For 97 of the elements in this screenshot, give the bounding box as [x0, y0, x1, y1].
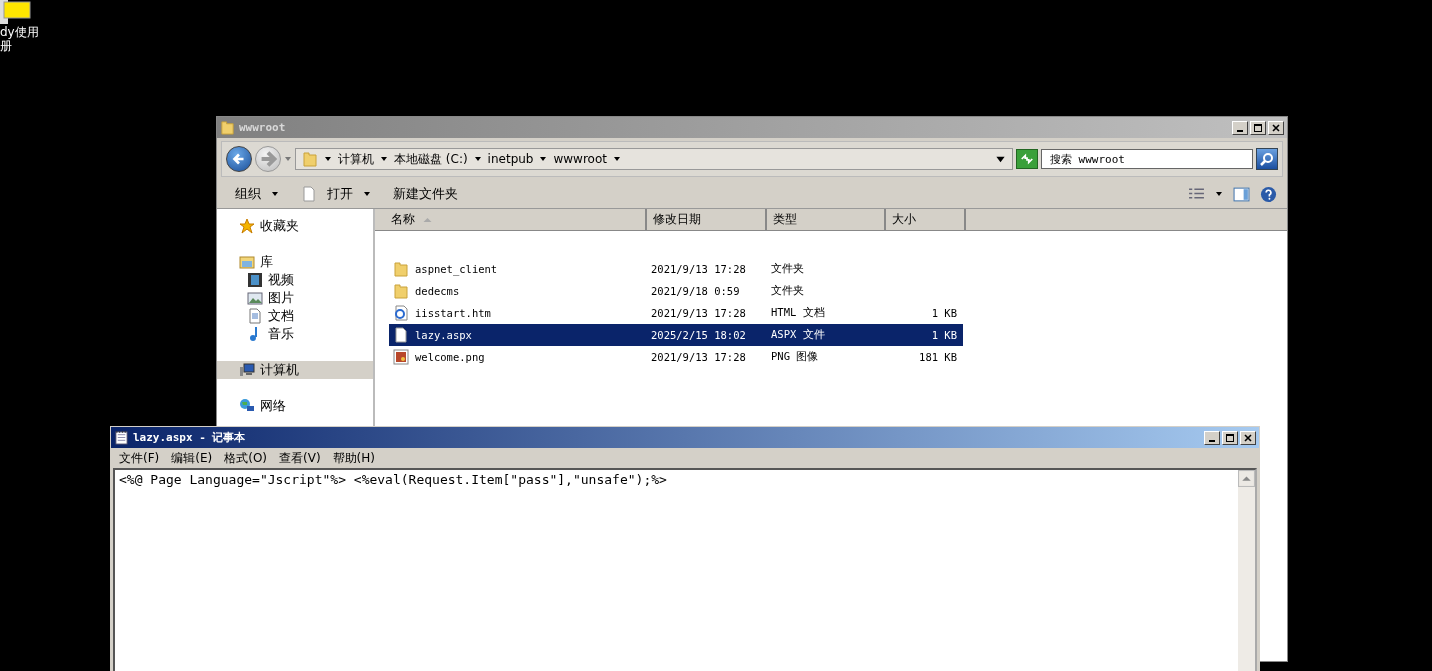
image-file-icon	[393, 349, 409, 365]
page-icon	[301, 186, 317, 202]
type-cell-text: HTML 文档	[770, 306, 826, 320]
file-name: iisstart.htm	[415, 307, 491, 319]
sidebar-item[interactable]: 图片	[217, 289, 373, 307]
globe-computer-icon	[239, 398, 255, 414]
type-cell-text: 文件夹	[770, 284, 805, 298]
file-icon[interactable]	[0, 0, 34, 24]
folder-icon	[393, 283, 409, 299]
help-icon[interactable]	[1260, 185, 1277, 203]
column-header[interactable]: 大小	[886, 209, 966, 230]
close-button[interactable]	[1268, 120, 1284, 135]
menu-item[interactable]: 编辑(E)	[171, 449, 213, 467]
library-icon	[239, 254, 255, 270]
folder-icon	[220, 120, 235, 135]
caret-icon	[324, 155, 332, 163]
size-cell-text: 1 KB	[930, 307, 958, 319]
close-icon	[1270, 122, 1282, 133]
date-cell-text: 2021/9/13 17:28	[650, 351, 747, 363]
close-icon	[1242, 432, 1254, 443]
film-icon	[247, 272, 263, 288]
menu-item[interactable]: 帮助(H)	[332, 449, 375, 467]
image-icon	[247, 290, 263, 306]
refresh-button[interactable]	[1016, 149, 1038, 169]
toolbar-button[interactable]: 组织	[229, 185, 285, 203]
close-button[interactable]	[1240, 430, 1256, 445]
caret-icon	[539, 155, 548, 163]
window-title: lazy.aspx - 记事本	[133, 430, 246, 445]
web-page-icon	[393, 305, 409, 321]
file-row[interactable]: lazy.aspx 2025/2/15 18:02 ASPX 文件 1 KB	[389, 324, 963, 346]
date-cell-text: 2021/9/18 0:59	[650, 285, 741, 297]
star-icon	[239, 218, 255, 234]
type-cell-text: ASPX 文件	[770, 328, 826, 342]
file-name: aspnet_client	[415, 263, 498, 275]
file-name: dedecms	[415, 285, 460, 297]
breadcrumb-item[interactable]: 本地磁盘 (C:)	[394, 150, 468, 168]
file-row[interactable]: dedecms 2021/9/18 0:59 文件夹	[389, 280, 963, 302]
search-icon	[1259, 151, 1275, 167]
computer-icon	[239, 362, 255, 378]
search-button[interactable]	[1256, 148, 1278, 170]
size-cell-text: 1 KB	[930, 329, 958, 341]
search-field[interactable]: 搜索 wwwroot	[1041, 149, 1253, 169]
caret-icon[interactable]	[1215, 190, 1223, 198]
toolbar-button[interactable]: 打开	[295, 185, 377, 203]
document-icon	[247, 308, 263, 324]
sidebar-item[interactable]: 网络	[217, 397, 373, 415]
preview-pane-icon[interactable]	[1233, 185, 1250, 203]
breadcrumb-item[interactable]: inetpub	[487, 152, 534, 166]
date-cell-text: 2021/9/13 17:28	[650, 263, 747, 275]
caret-icon	[613, 155, 621, 163]
column-header[interactable]: 名称	[375, 209, 647, 230]
caret-icon	[473, 155, 482, 163]
desktop-icon-label: dy使用	[0, 26, 39, 38]
date-cell-text: 2021/9/13 17:28	[650, 307, 747, 319]
type-cell-text: PNG 图像	[770, 350, 820, 364]
folder-icon	[393, 261, 409, 277]
column-header[interactable]: 修改日期	[647, 209, 767, 230]
type-cell-text: 文件夹	[770, 262, 805, 276]
window-title: wwwroot	[239, 121, 286, 134]
scrollbar[interactable]	[1238, 470, 1255, 671]
address-bar[interactable]: 计算机 本地磁盘 (C:) inetpub wwwroot	[295, 148, 1013, 170]
desktop-icon-label: 册	[0, 40, 13, 52]
file-icon	[393, 327, 409, 343]
column-header[interactable]: 类型	[767, 209, 886, 230]
sidebar-item[interactable]: 库	[217, 253, 373, 271]
sidebar-item[interactable]: 音乐	[217, 325, 373, 343]
notepad-icon	[114, 430, 129, 445]
minimize-icon	[1209, 439, 1215, 442]
minimize-button[interactable]	[1204, 430, 1220, 445]
toolbar-button[interactable]: 新建文件夹	[387, 185, 464, 203]
sidebar-item[interactable]: 收藏夹	[217, 217, 373, 235]
file-row[interactable]: iisstart.htm 2021/9/13 17:28 HTML 文档 1 KB	[389, 302, 963, 324]
menu-item[interactable]: 文件(F)	[119, 449, 160, 467]
maximize-button[interactable]	[1250, 120, 1266, 135]
menu-item[interactable]: 格式(O)	[224, 449, 268, 467]
refresh-icon	[1019, 152, 1035, 166]
caret-icon	[380, 155, 388, 163]
file-name: welcome.png	[415, 351, 485, 363]
arrow-right-icon	[259, 150, 277, 168]
minimize-button[interactable]	[1232, 120, 1248, 135]
maximize-button[interactable]	[1222, 430, 1238, 445]
date-cell-text: 2025/2/15 18:02	[650, 329, 747, 341]
sidebar-item[interactable]: 计算机	[217, 361, 373, 379]
breadcrumb-item[interactable]: 计算机	[338, 150, 374, 168]
minimize-icon	[1237, 129, 1243, 132]
sidebar-item[interactable]: 文档	[217, 307, 373, 325]
folder-icon	[302, 151, 318, 167]
file-row[interactable]: aspnet_client 2021/9/13 17:28 文件夹	[389, 258, 963, 280]
maximize-icon	[1224, 432, 1236, 443]
file-row[interactable]: welcome.png 2021/9/13 17:28 PNG 图像 181 KB	[389, 346, 963, 368]
maximize-icon	[1252, 122, 1264, 133]
sidebar-item[interactable]: 视频	[217, 271, 373, 289]
back-button[interactable]	[226, 146, 252, 172]
file-name: lazy.aspx	[415, 329, 472, 341]
menu-item[interactable]: 查看(V)	[279, 449, 321, 467]
breadcrumb-item[interactable]: wwwroot	[553, 152, 607, 166]
size-cell-text: 181 KB	[918, 351, 958, 363]
